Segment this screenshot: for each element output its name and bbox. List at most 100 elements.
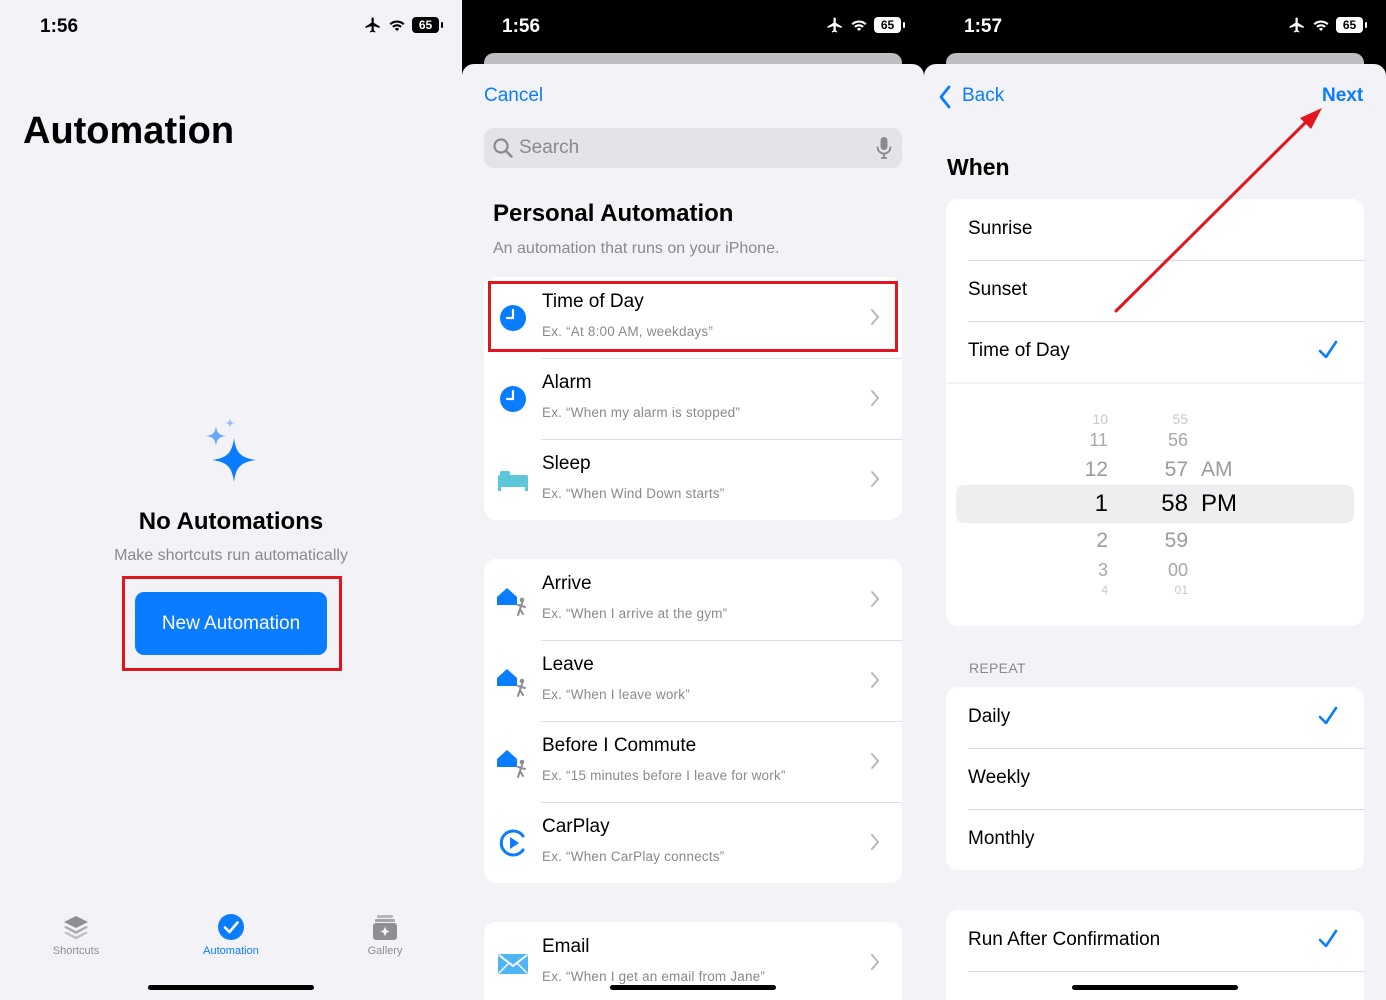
picker-value: 56 bbox=[1167, 430, 1188, 450]
trigger-subtitle: Ex. “When I arrive at the gym” bbox=[542, 606, 728, 621]
trigger-subtitle: Ex. “When I get an email from Jane” bbox=[542, 969, 766, 984]
trigger-title: Arrive bbox=[542, 573, 592, 594]
battery-indicator: 65 bbox=[412, 17, 443, 33]
highlight-box bbox=[488, 281, 898, 352]
picker-selected-hour: 1 bbox=[1094, 490, 1108, 517]
sheet: Cancel Search Personal Automation An aut… bbox=[462, 64, 924, 1000]
trigger-group-location: Arrive Ex. “When I arrive at the gym” Le… bbox=[484, 559, 902, 883]
trigger-before-i-commute[interactable]: Before I Commute Ex. “15 minutes before … bbox=[484, 721, 902, 802]
option-time-of-day[interactable]: Time of Day bbox=[946, 321, 1364, 382]
trigger-alarm[interactable]: Alarm Ex. “When my alarm is stopped” bbox=[484, 358, 902, 439]
picker-value: 55 bbox=[1172, 411, 1188, 427]
home-walker-icon bbox=[497, 588, 526, 616]
repeat-monthly[interactable]: Monthly bbox=[946, 809, 1364, 870]
picker-value: 11 bbox=[1089, 430, 1108, 450]
trigger-title: CarPlay bbox=[542, 816, 610, 837]
gallery-icon bbox=[373, 915, 397, 940]
picker-selected-minute: 58 bbox=[1161, 490, 1188, 517]
option-label: Monthly bbox=[968, 828, 1035, 849]
battery-indicator: 65 bbox=[1336, 17, 1367, 33]
tab-shortcuts[interactable]: Shortcuts bbox=[21, 913, 131, 957]
picker-value: 57 bbox=[1164, 458, 1188, 481]
trigger-arrive[interactable]: Arrive Ex. “When I arrive at the gym” bbox=[484, 559, 902, 640]
trigger-subtitle: Ex. “When Wind Down starts” bbox=[542, 486, 725, 501]
airplane-icon bbox=[365, 17, 380, 33]
wifi-icon bbox=[1313, 20, 1329, 31]
repeat-weekly[interactable]: Weekly bbox=[946, 748, 1364, 809]
clock-icon bbox=[500, 386, 526, 412]
new-automation-button[interactable]: New Automation bbox=[135, 592, 327, 655]
search-placeholder: Search bbox=[519, 137, 580, 158]
envelope-icon bbox=[498, 954, 528, 974]
picker-value: 12 bbox=[1084, 458, 1108, 481]
automation-screen: 1:56 65 Automation No Automations Make s… bbox=[0, 0, 462, 1000]
section-subtitle: An automation that runs on your iPhone. bbox=[493, 240, 780, 257]
option-label: Sunrise bbox=[968, 218, 1033, 239]
chevron-right-icon bbox=[871, 390, 880, 406]
picker-selected-period: PM bbox=[1201, 490, 1237, 517]
chevron-right-icon bbox=[871, 591, 880, 607]
run-after-confirmation-option[interactable]: Run After Confirmation bbox=[946, 910, 1364, 971]
checkmark-icon bbox=[1318, 929, 1338, 948]
picker-value: 3 bbox=[1097, 560, 1108, 580]
status-time: 1:56 bbox=[502, 16, 541, 37]
picker-value: 00 bbox=[1167, 560, 1188, 580]
trigger-sleep[interactable]: Sleep Ex. “When Wind Down starts” bbox=[484, 439, 902, 520]
search-field[interactable]: Search bbox=[484, 128, 902, 168]
sparkle-icon bbox=[206, 418, 256, 482]
trigger-carplay[interactable]: CarPlay Ex. “When CarPlay connects” bbox=[484, 802, 902, 883]
airplane-icon bbox=[827, 17, 842, 33]
wifi-icon bbox=[389, 20, 405, 31]
wifi-icon bbox=[851, 20, 867, 31]
picker-value: 01 bbox=[1174, 583, 1188, 595]
tab-gallery[interactable]: Gallery bbox=[330, 913, 440, 957]
trigger-subtitle: Ex. “When I leave work” bbox=[542, 687, 690, 702]
tab-label: Automation bbox=[203, 945, 259, 957]
chevron-right-icon bbox=[871, 753, 880, 769]
status-icons: 65 bbox=[1288, 16, 1367, 34]
time-of-day-screen: 1:57 65 Back Next When Sunrise Sunset Ti… bbox=[924, 0, 1386, 1000]
checkmark-icon bbox=[1318, 706, 1338, 725]
microphone-icon[interactable] bbox=[876, 136, 892, 160]
empty-state-subtitle: Make shortcuts run automatically bbox=[114, 547, 348, 564]
picker-value: 4 bbox=[1101, 583, 1108, 595]
home-indicator bbox=[1072, 985, 1238, 990]
picker-value: AM bbox=[1201, 458, 1233, 481]
carplay-icon bbox=[499, 829, 525, 857]
back-label: Back bbox=[962, 85, 1005, 106]
status-icons: 65 bbox=[826, 16, 905, 34]
picker-value: 10 bbox=[1092, 411, 1108, 427]
trigger-subtitle: Ex. “15 minutes before I leave for work” bbox=[542, 768, 786, 783]
trigger-title: Leave bbox=[542, 654, 594, 675]
chevron-right-icon bbox=[871, 672, 880, 688]
empty-state-title: No Automations bbox=[138, 508, 324, 535]
time-picker[interactable]: 10 11 12 1 2 3 4 55 56 57 58 59 00 01 AM… bbox=[946, 384, 1364, 626]
checkmark-icon bbox=[1318, 340, 1338, 359]
tab-label: Shortcuts bbox=[52, 945, 100, 957]
tab-label: Gallery bbox=[367, 945, 403, 957]
trigger-title: Alarm bbox=[542, 372, 592, 393]
chevron-left-icon bbox=[939, 85, 951, 109]
page-title: Automation bbox=[23, 110, 235, 152]
status-icons: 65 bbox=[364, 16, 443, 34]
repeat-daily[interactable]: Daily bbox=[946, 687, 1364, 748]
chevron-right-icon bbox=[871, 954, 880, 970]
tab-automation[interactable]: Automation bbox=[176, 913, 286, 957]
battery-indicator: 65 bbox=[874, 17, 905, 33]
trigger-title: Before I Commute bbox=[542, 735, 697, 756]
bed-icon bbox=[498, 471, 528, 491]
new-automation-sheet-screen: 1:56 65 Cancel Search Personal Automatio… bbox=[462, 0, 924, 1000]
status-time: 1:56 bbox=[40, 16, 79, 37]
search-icon bbox=[493, 138, 513, 158]
option-label: Weekly bbox=[968, 767, 1030, 788]
trigger-leave[interactable]: Leave Ex. “When I leave work” bbox=[484, 640, 902, 721]
cancel-button[interactable]: Cancel bbox=[484, 85, 543, 107]
layers-icon bbox=[64, 916, 88, 940]
section-title: Personal Automation bbox=[493, 200, 734, 227]
airplane-icon bbox=[1289, 17, 1304, 33]
home-indicator bbox=[148, 985, 314, 990]
option-label: Run After Confirmation bbox=[968, 929, 1161, 950]
picker-value: 59 bbox=[1164, 529, 1188, 552]
check-circle-icon bbox=[218, 914, 244, 940]
option-label: Sunset bbox=[968, 279, 1028, 300]
